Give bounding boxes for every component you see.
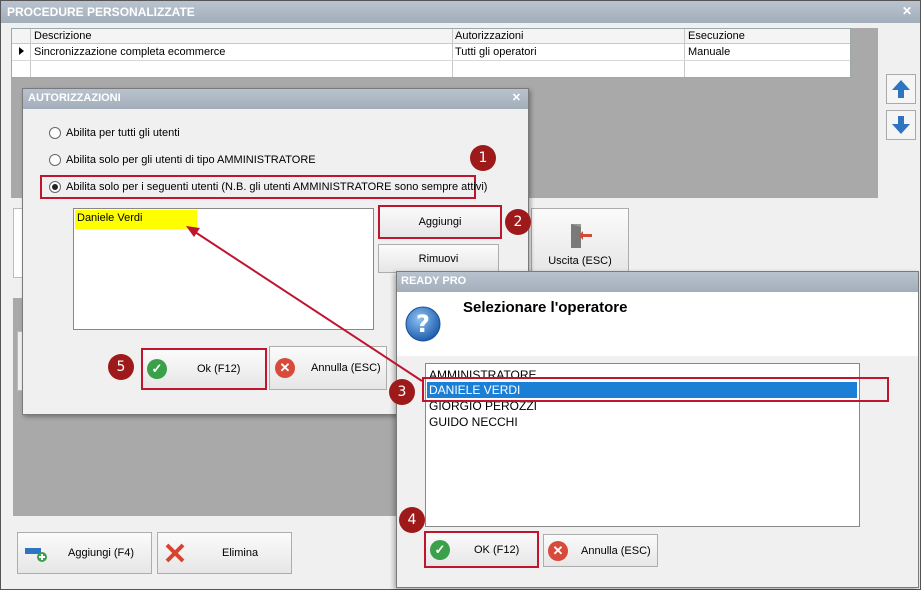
step-badge-1: 1 (470, 145, 496, 171)
step-badge-5: 5 (108, 354, 134, 380)
annotation-arrow-line (191, 229, 423, 382)
annotation-arrow-head-icon (186, 226, 200, 237)
step-badge-4: 4 (399, 507, 425, 533)
annotation-arrow-overlay (186, 226, 423, 382)
step-badge-2: 2 (505, 209, 531, 235)
step-badge-3: 3 (389, 379, 415, 405)
